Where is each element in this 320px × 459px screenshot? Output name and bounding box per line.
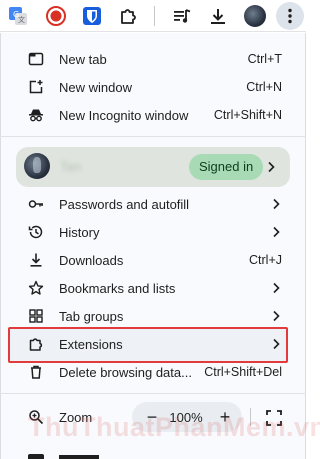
menu-item-delete-browsing-data[interactable]: Delete browsing data... Ctrl+Shift+Del	[0, 359, 306, 385]
browser-toolbar: G文	[0, 0, 306, 32]
shortcut-label: Ctrl+T	[247, 52, 282, 66]
menu-item-label: New Incognito window	[59, 107, 189, 123]
signed-in-badge: Signed in	[189, 154, 264, 180]
menu-item-tab-groups[interactable]: Tab groups	[0, 303, 306, 329]
new-window-icon	[28, 79, 44, 95]
menu-item-label: New window	[59, 79, 132, 95]
profile-name: Tan	[60, 159, 81, 174]
download-icon	[28, 252, 44, 268]
tab-groups-icon	[28, 308, 44, 324]
menu-item-label: Bookmarks and lists	[59, 280, 176, 296]
menu-divider	[0, 393, 306, 394]
download-icon[interactable]	[206, 4, 230, 28]
shortcut-label: Ctrl+N	[246, 80, 282, 94]
extensions-puzzle-icon	[28, 336, 44, 352]
media-queue-icon[interactable]	[170, 4, 194, 28]
shortcut-label: Ctrl+Shift+Del	[204, 365, 282, 379]
partial-item-label	[59, 455, 99, 459]
toolbar-divider	[154, 6, 155, 26]
more-menu-icon[interactable]	[278, 4, 302, 28]
menu-item-label: Delete browsing data...	[59, 364, 192, 380]
extensions-puzzle-icon[interactable]	[116, 4, 140, 28]
menu-divider	[0, 136, 306, 137]
history-icon	[28, 224, 44, 240]
chevron-right-icon	[268, 161, 275, 173]
chevron-right-icon	[273, 198, 280, 210]
trash-icon	[28, 364, 44, 380]
bitwarden-icon[interactable]	[80, 4, 104, 28]
profile-avatar[interactable]	[243, 4, 267, 28]
record-extension-icon[interactable]	[44, 4, 68, 28]
menu-item-new-incognito-window[interactable]: New Incognito window Ctrl+Shift+N	[0, 102, 306, 128]
menu-item-label: Tab groups	[59, 308, 124, 324]
menu-item-passwords-autofill[interactable]: Passwords and autofill	[0, 191, 306, 217]
menu-item-partial	[0, 446, 306, 459]
chevron-right-icon	[273, 338, 280, 350]
key-icon	[28, 196, 44, 212]
shortcut-label: Ctrl+Shift+N	[213, 108, 282, 122]
chevron-right-icon	[273, 226, 280, 238]
chevron-right-icon	[273, 282, 280, 294]
star-icon	[28, 280, 44, 296]
watermark-text: ThuThuatPhanMem.vn	[28, 412, 320, 442]
menu-item-label: Passwords and autofill	[59, 196, 190, 212]
menu-item-label: Downloads	[59, 252, 124, 268]
menu-item-new-tab[interactable]: New tab Ctrl+T	[0, 46, 306, 72]
menu-item-history[interactable]: History	[0, 219, 306, 245]
menu-item-label: History	[59, 224, 100, 240]
chevron-right-icon	[273, 310, 280, 322]
shortcut-label: Ctrl+J	[249, 253, 282, 267]
partial-item-icon	[28, 454, 44, 459]
menu-item-label: New tab	[59, 51, 107, 67]
svg-text:文: 文	[18, 15, 25, 24]
menu-item-bookmarks-lists[interactable]: Bookmarks and lists	[0, 275, 306, 301]
new-tab-icon	[28, 51, 44, 67]
menu-item-new-window[interactable]: New window Ctrl+N	[0, 74, 306, 100]
profile-row[interactable]: Tan Signed in	[16, 147, 290, 187]
menu-item-label: Extensions	[59, 336, 123, 352]
menu-item-extensions[interactable]: Extensions	[0, 331, 306, 357]
menu-item-downloads[interactable]: Downloads Ctrl+J	[0, 247, 306, 273]
avatar	[24, 153, 50, 179]
translate-extension-icon[interactable]: G文	[6, 4, 30, 28]
incognito-icon	[28, 107, 44, 123]
